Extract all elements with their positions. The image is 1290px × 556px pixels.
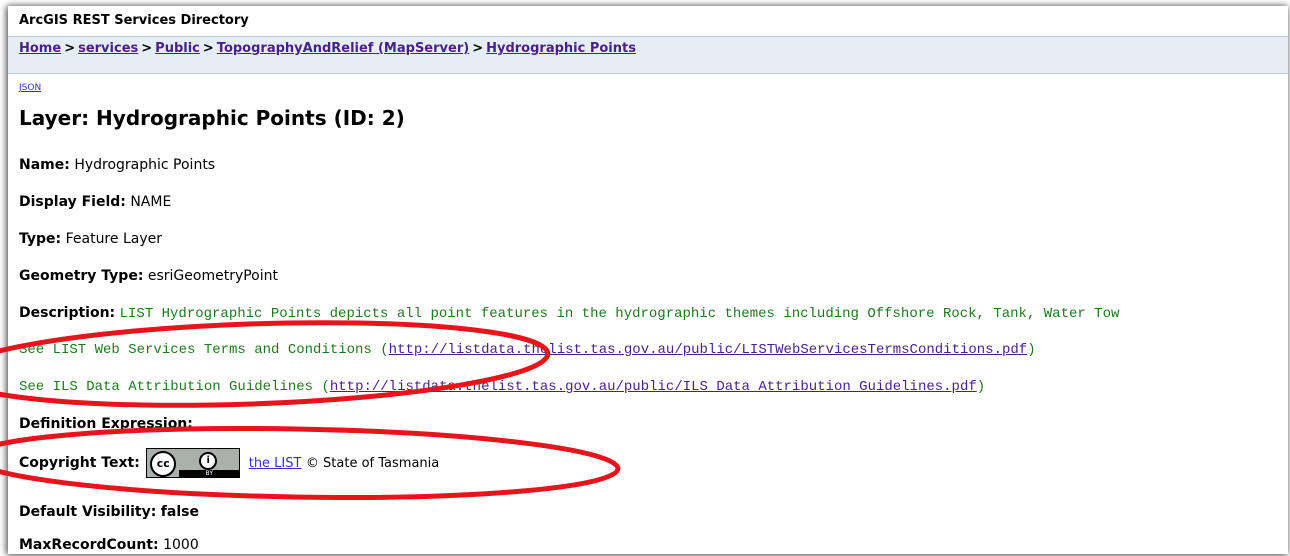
type-value: Feature Layer: [65, 231, 162, 247]
breadcrumb-separator: >: [202, 41, 214, 56]
default-visibility-row: Default Visibility: false: [19, 504, 199, 520]
copyright-label: Copyright Text:: [19, 455, 140, 471]
breadcrumb-separator: >: [472, 41, 484, 56]
breadcrumb-services[interactable]: services: [78, 41, 138, 56]
ils-row: See ILS Data Attribution Guidelines (htt…: [19, 379, 985, 395]
breadcrumb: Home > services > Public > TopographyAndRelief…: [8, 36, 1288, 74]
ils-suffix: ): [976, 379, 986, 395]
copyright-suffix: © State of Tasmania: [305, 456, 440, 471]
definition-expression-label: Definition Expression:: [19, 416, 193, 432]
geometry-type-row: Geometry Type: esriGeometryPoint: [19, 268, 278, 284]
maxrecordcount-value: 1000: [163, 537, 199, 553]
person-icon: i: [199, 452, 218, 470]
terms-prefix: See LIST Web Services Terms and Conditio…: [19, 342, 389, 358]
breadcrumb-home[interactable]: Home: [19, 41, 61, 56]
terms-link[interactable]: http://listdata.thelist.tas.gov.au/publi…: [389, 342, 1028, 358]
type-row: Type: Feature Layer: [19, 231, 162, 247]
default-visibility-label: Default Visibility:: [19, 504, 157, 520]
ils-link[interactable]: http://listdata.thelist.tas.gov.au/publi…: [330, 379, 977, 395]
description-text: LIST Hydrographic Points depicts all poi…: [119, 306, 1120, 322]
default-visibility-value: false: [160, 504, 199, 520]
json-link[interactable]: JSON: [19, 83, 41, 93]
name-value: Hydrographic Points: [74, 157, 216, 173]
the-list-link[interactable]: the LIST: [249, 456, 302, 471]
terms-suffix: ): [1027, 342, 1036, 358]
name-label: Name:: [19, 157, 70, 173]
maxrecordcount-label: MaxRecordCount:: [19, 537, 159, 553]
display-field-value: NAME: [130, 194, 172, 210]
directory-title: ArcGIS REST Services Directory: [19, 13, 249, 28]
layer-heading: Layer: Hydrographic Points (ID: 2): [19, 106, 405, 130]
description-label: Description:: [19, 305, 116, 321]
display-field-row: Display Field: NAME: [19, 194, 171, 210]
copyright-row: Copyright Text: cc i BY the LIST © State…: [19, 448, 439, 478]
breadcrumb-mapserver[interactable]: TopographyAndRelief (MapServer): [217, 41, 469, 56]
breadcrumb-separator: >: [64, 41, 76, 56]
ils-prefix: See ILS Data Attribution Guidelines (: [19, 379, 330, 395]
geometry-type-label: Geometry Type:: [19, 268, 144, 284]
geometry-type-value: esriGeometryPoint: [147, 268, 278, 284]
cc-logo-icon: cc: [150, 451, 177, 477]
breadcrumb-public[interactable]: Public: [155, 41, 200, 56]
breadcrumb-separator: >: [141, 41, 153, 56]
breadcrumb-layer[interactable]: Hydrographic Points: [486, 41, 636, 56]
description-row: Description: LIST Hydrographic Points de…: [19, 305, 1119, 322]
cc-by-label: BY: [179, 470, 240, 477]
type-label: Type:: [19, 231, 62, 247]
display-field-label: Display Field:: [19, 194, 126, 210]
name-row: Name: Hydrographic Points: [19, 157, 215, 173]
cc-by-badge[interactable]: cc i BY: [146, 448, 241, 478]
terms-row: See LIST Web Services Terms and Conditio…: [19, 342, 1036, 358]
definition-expression-row: Definition Expression:: [19, 416, 193, 432]
maxrecordcount-row: MaxRecordCount: 1000: [19, 537, 199, 553]
browser-page: ArcGIS REST Services Directory Home > serv…: [8, 6, 1288, 554]
